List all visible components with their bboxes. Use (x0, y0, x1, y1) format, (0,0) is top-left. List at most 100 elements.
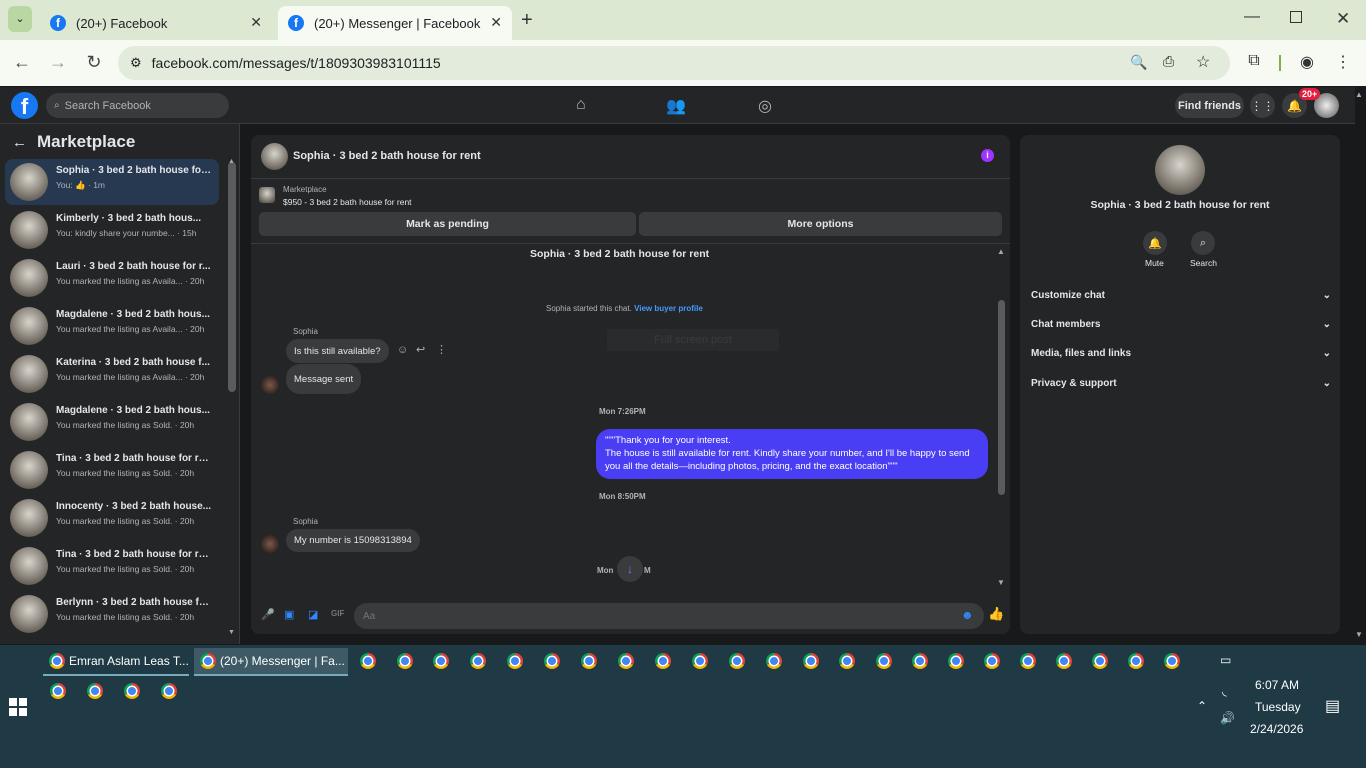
windows-start-icon[interactable] (9, 698, 27, 716)
mark-as-pending-button[interactable]: Mark as pending (259, 212, 636, 236)
reply-icon[interactable]: ↩ (416, 343, 425, 356)
bookmark-star-icon[interactable]: ☆ (1196, 52, 1210, 72)
page-scroll-down-icon[interactable]: ▼ (1355, 630, 1363, 639)
taskbar-chrome-icon[interactable] (161, 683, 177, 699)
close-window-button[interactable]: ✕ (1336, 9, 1350, 29)
new-tab-button[interactable]: + (521, 9, 533, 32)
back-button[interactable]: ← (10, 52, 34, 73)
taskbar-chrome-icon[interactable] (876, 653, 892, 669)
taskbar-chrome-icon[interactable] (581, 653, 597, 669)
conversation-item[interactable]: Katerina · 3 bed 2 bath house f... You ma… (5, 351, 219, 397)
home-icon[interactable]: ⌂ (576, 96, 586, 114)
mute-button[interactable]: 🔔 (1143, 231, 1167, 255)
sticker-icon[interactable]: ◪ (308, 608, 318, 621)
forward-button[interactable]: → (46, 52, 70, 73)
clock-time[interactable]: 6:07 AM (1255, 678, 1299, 692)
taskbar-chrome-icon[interactable] (1164, 653, 1180, 669)
more-options-button[interactable]: More options (639, 212, 1002, 236)
taskbar-chrome-icon[interactable] (360, 653, 376, 669)
scroll-up-icon[interactable]: ▲ (997, 247, 1005, 256)
taskbar-chrome-icon[interactable] (729, 653, 745, 669)
scroll-down-icon[interactable]: ▼ (997, 578, 1005, 587)
listing-thumbnail[interactable] (259, 187, 275, 203)
back-arrow-icon[interactable]: ← (12, 134, 27, 151)
scroll-to-bottom-button[interactable]: ↓ (617, 556, 643, 582)
conversation-item[interactable]: Magdalene · 3 bed 2 bath hous... You mark… (5, 303, 219, 349)
gallery-icon[interactable]: ▣ (284, 608, 294, 621)
chat-scrollbar[interactable] (998, 300, 1005, 495)
tab-facebook[interactable]: f (20+) Facebook ✕ (40, 6, 272, 40)
conversation-item[interactable]: Magdalene · 3 bed 2 bath hous... You mark… (5, 399, 219, 445)
outgoing-message[interactable]: """Thank you for your interest. The hous… (596, 429, 988, 479)
section-privacy-support[interactable]: Privacy & support ⌄ (1031, 378, 1331, 389)
taskbar-chrome-icon[interactable] (618, 653, 634, 669)
taskbar-chrome-icon[interactable] (544, 653, 560, 669)
gif-icon[interactable]: GIF (331, 609, 344, 618)
search-button[interactable]: ⌕ (1191, 231, 1215, 255)
conversation-item[interactable]: Berlynn · 3 bed 2 bath house fo... You ma… (5, 591, 219, 637)
sender-avatar[interactable] (261, 376, 279, 394)
more-actions-icon[interactable]: ⋮ (436, 343, 447, 356)
scroll-up-icon[interactable]: ▲ (228, 158, 235, 165)
taskbar-chrome-icon[interactable] (433, 653, 449, 669)
page-scroll-up-icon[interactable]: ▲ (1355, 90, 1363, 99)
groups-icon[interactable]: ◎ (758, 96, 772, 116)
listing-text[interactable]: $950 - 3 bed 2 bath house for rent (283, 197, 412, 207)
taskbar-app-chrome-2[interactable]: (20+) Messenger | Fa... (194, 648, 348, 676)
taskbar-chrome-icon[interactable] (124, 683, 140, 699)
clock-day[interactable]: Tuesday (1255, 700, 1301, 714)
extensions-icon[interactable]: ⧉ (1243, 52, 1265, 70)
section-customize-chat[interactable]: Customize chat ⌄ (1031, 290, 1331, 301)
facebook-search-input[interactable]: ⌕ Search Facebook (46, 93, 229, 118)
taskbar-chrome-icon[interactable] (50, 683, 66, 699)
close-icon[interactable]: ✕ (490, 14, 502, 31)
url-omnibox[interactable]: ⚙ facebook.com/messages/t/18093039831011… (118, 46, 1230, 80)
message-input[interactable] (354, 603, 984, 629)
react-emoji-icon[interactable]: ☺ (397, 344, 408, 356)
wifi-icon[interactable]: ◟ (1222, 684, 1227, 698)
taskbar-chrome-icon[interactable] (1056, 653, 1072, 669)
contact-avatar[interactable] (1155, 145, 1205, 195)
taskbar-chrome-icon[interactable] (87, 683, 103, 699)
taskbar-chrome-icon[interactable] (766, 653, 782, 669)
taskbar-chrome-icon[interactable] (839, 653, 855, 669)
volume-icon[interactable]: 🔊 (1220, 711, 1235, 725)
taskbar-chrome-icon[interactable] (470, 653, 486, 669)
find-friends-button[interactable]: Find friends (1175, 93, 1244, 118)
taskbar-chrome-icon[interactable] (1128, 653, 1144, 669)
taskbar-chrome-icon[interactable] (692, 653, 708, 669)
sender-avatar[interactable] (261, 535, 279, 553)
site-settings-icon[interactable]: ⚙ (130, 55, 142, 71)
taskbar-chrome-icon[interactable] (507, 653, 523, 669)
incoming-message[interactable]: Message sent (286, 364, 362, 394)
reload-button[interactable]: ↻ (82, 52, 106, 73)
menu-kebab-icon[interactable]: ⋮ (1332, 52, 1354, 72)
incoming-message[interactable]: My number is 15098313894 (286, 529, 420, 552)
clock-date[interactable]: 2/24/2026 (1250, 722, 1303, 736)
menu-grid-icon[interactable]: ⋮⋮ (1250, 93, 1275, 118)
facebook-logo-icon[interactable]: f (11, 92, 38, 119)
view-buyer-profile-link[interactable]: View buyer profile (634, 304, 703, 313)
left-scrollbar[interactable] (228, 162, 236, 392)
zoom-icon[interactable]: 🔍 (1130, 54, 1147, 71)
taskbar-chrome-icon[interactable] (984, 653, 1000, 669)
tab-messenger[interactable]: f (20+) Messenger | Facebook ✕ (278, 6, 512, 40)
taskbar-chrome-icon[interactable] (948, 653, 964, 669)
install-app-icon[interactable]: ⎙ (1163, 53, 1174, 70)
section-media-files-links[interactable]: Media, files and links ⌄ (1031, 348, 1331, 359)
chat-title[interactable]: Sophia · 3 bed 2 bath house for rent (293, 150, 481, 162)
tab-search-button[interactable]: ⌄ (8, 6, 32, 32)
conversation-item[interactable]: Lauri · 3 bed 2 bath house for r... You m… (5, 255, 219, 301)
info-icon[interactable]: i (981, 149, 994, 162)
close-icon[interactable]: ✕ (250, 14, 262, 31)
conversation-item[interactable]: Innocenty · 3 bed 2 bath house... You mar… (5, 495, 219, 541)
taskbar-chrome-icon[interactable] (912, 653, 928, 669)
friends-icon[interactable]: 👥 (666, 96, 686, 116)
taskbar-chrome-icon[interactable] (803, 653, 819, 669)
conversation-item[interactable]: Tina · 3 bed 2 bath house for re... You m… (5, 447, 219, 493)
section-chat-members[interactable]: Chat members ⌄ (1031, 319, 1331, 330)
taskbar-chrome-icon[interactable] (1020, 653, 1036, 669)
microphone-icon[interactable]: 🎤 (261, 608, 275, 621)
like-thumb-icon[interactable]: 👍 (988, 606, 1004, 622)
taskbar-chrome-icon[interactable] (1092, 653, 1108, 669)
